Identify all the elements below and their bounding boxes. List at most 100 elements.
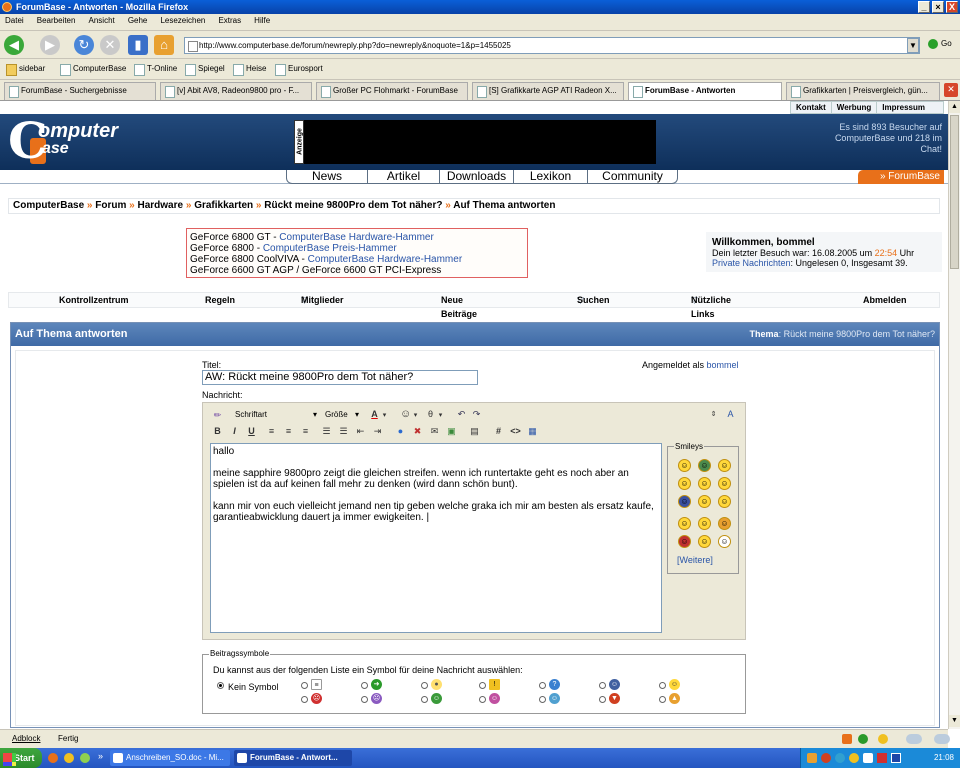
chevron-down-icon[interactable]: ▾ xyxy=(410,410,421,421)
logged-in-user[interactable]: bommel xyxy=(707,360,739,370)
size-select[interactable]: Größe ▾ xyxy=(323,408,361,422)
symbol-radio[interactable] xyxy=(539,696,546,703)
bookmark-eurosport[interactable]: Eurosport xyxy=(275,64,323,76)
nav-artikel[interactable]: Artikel xyxy=(367,170,439,183)
symbol-radio[interactable] xyxy=(659,696,666,703)
forumbase-tab[interactable]: » ForumBase xyxy=(858,170,944,184)
no-symbol-radio[interactable] xyxy=(217,682,224,689)
indent-icon[interactable]: ⇥ xyxy=(372,426,383,437)
tongue-icon[interactable]: ☺ xyxy=(678,517,691,530)
menu-hilfe[interactable]: Hilfe xyxy=(249,14,275,27)
rss-icon[interactable] xyxy=(842,734,852,744)
forward-arrow-icon[interactable]: ▶ xyxy=(40,35,60,55)
tab-preisvergleich[interactable]: Grafikkarten | Preisvergleich, gün... xyxy=(786,82,940,100)
ad-link[interactable]: ComputerBase Hardware-Hammer xyxy=(308,254,463,265)
unordered-list-icon[interactable]: ☰ xyxy=(338,426,349,437)
bookmark-t-online[interactable]: T-Online xyxy=(134,64,177,76)
align-center-icon[interactable]: ≡ xyxy=(283,426,294,437)
undo-icon[interactable]: ↶ xyxy=(456,409,467,420)
symbol-radio[interactable] xyxy=(599,696,606,703)
resize-arrows-icon[interactable]: ⇕ xyxy=(708,409,719,420)
link-impressum[interactable]: Impressum xyxy=(877,102,930,113)
nav-news[interactable]: News xyxy=(287,170,367,183)
format-removal-icon[interactable]: ✏ xyxy=(212,410,223,421)
task-anschreiben[interactable]: Anschreiben_SO.doc - Mi... xyxy=(110,750,230,766)
redo-icon[interactable]: ↷ xyxy=(471,409,482,420)
bookmark-computerbase[interactable]: ComputerBase xyxy=(60,64,126,76)
tray-icon[interactable] xyxy=(807,753,817,763)
tray-icon[interactable] xyxy=(863,753,873,763)
evil-grin-icon[interactable]: ☺ xyxy=(698,517,711,530)
symbol-radio[interactable] xyxy=(479,682,486,689)
private-messages-link[interactable]: Private Nachrichten xyxy=(712,258,791,268)
crumb-forum[interactable]: Forum xyxy=(95,200,126,211)
menu-gehe[interactable]: Gehe xyxy=(123,14,153,27)
minimize-button[interactable]: _ xyxy=(918,1,930,13)
align-left-icon[interactable]: ≡ xyxy=(266,426,277,437)
ad-link[interactable]: ComputerBase Preis-Hammer xyxy=(263,243,397,254)
menu-extras[interactable]: Extras xyxy=(213,14,246,27)
unlink-icon[interactable]: ✖ xyxy=(412,426,423,437)
maximize-button[interactable]: × xyxy=(932,1,944,13)
crumb-thread[interactable]: Rückt meine 9800Pro dem Tot näher? xyxy=(264,200,442,211)
back-arrow-icon[interactable]: ◀ xyxy=(4,35,24,55)
devil-icon[interactable]: ☺ xyxy=(718,517,731,530)
quicklaunch-icon[interactable] xyxy=(64,753,74,763)
quote-icon[interactable]: ▤ xyxy=(469,426,480,437)
bookmark-spiegel[interactable]: Spiegel xyxy=(185,64,225,76)
underline-icon[interactable]: U xyxy=(246,426,257,437)
menu-datei[interactable]: Datei xyxy=(0,14,29,27)
ordered-list-icon[interactable]: ☰ xyxy=(321,426,332,437)
ad-banner[interactable] xyxy=(304,120,656,164)
switch-mode-icon[interactable]: A xyxy=(725,409,736,420)
start-button[interactable]: Start xyxy=(0,748,42,768)
php-icon[interactable]: ▦ xyxy=(527,426,538,437)
sleep-icon[interactable]: ☺ xyxy=(698,535,711,548)
symbol-radio[interactable] xyxy=(301,696,308,703)
chevron-right-icon[interactable]: » xyxy=(98,751,103,761)
tab-flohmarkt[interactable]: Großer PC Flohmarkt - ForumBase xyxy=(316,82,468,100)
symbol-radio[interactable] xyxy=(659,682,666,689)
titel-input[interactable]: AW: Rückt meine 9800Pro dem Tot näher? xyxy=(202,370,478,385)
scroll-up-icon[interactable]: ▲ xyxy=(949,101,960,113)
crumb-hardware[interactable]: Hardware xyxy=(138,200,184,211)
menu-mitglieder[interactable]: Mitglieder ▽ xyxy=(301,293,344,307)
symbol-radio[interactable] xyxy=(301,682,308,689)
adblock-button[interactable]: Adblock xyxy=(12,730,40,748)
code-icon[interactable]: # xyxy=(493,426,504,437)
outdent-icon[interactable]: ⇤ xyxy=(355,426,366,437)
frown-icon[interactable]: ☺ xyxy=(718,495,731,508)
tray-icon[interactable] xyxy=(835,753,845,763)
bookmark-heise[interactable]: Heise xyxy=(233,64,266,76)
tray-icon[interactable] xyxy=(891,753,901,763)
menu-nuetzliche-links[interactable]: Nützliche Links ▽ xyxy=(691,293,731,319)
symbol-radio[interactable] xyxy=(599,682,606,689)
tray-icon[interactable] xyxy=(849,753,859,763)
nav-downloads[interactable]: Downloads xyxy=(439,170,513,183)
more-smileys-link[interactable]: [Weitere] xyxy=(677,555,713,565)
symbol-radio[interactable] xyxy=(539,682,546,689)
ad-line[interactable]: GeForce 6600 GT AGP / GeForce 6600 GT PC… xyxy=(190,265,524,276)
symbol-radio[interactable] xyxy=(421,682,428,689)
scroll-down-icon[interactable]: ▼ xyxy=(949,715,960,727)
ad-link[interactable]: ComputerBase Hardware-Hammer xyxy=(279,232,434,243)
link-icon[interactable]: ● xyxy=(395,426,406,437)
laugh-icon[interactable]: ☺ xyxy=(718,477,731,490)
address-dropdown-icon[interactable]: ▼ xyxy=(907,38,919,53)
tray-icon[interactable] xyxy=(877,753,887,763)
wink-icon[interactable]: ☺ xyxy=(678,477,691,490)
quicklaunch-icon[interactable] xyxy=(80,753,90,763)
shocked-icon[interactable]: ☺ xyxy=(718,535,731,548)
symbol-radio[interactable] xyxy=(361,696,368,703)
image-icon[interactable]: ▣ xyxy=(446,426,457,437)
html-icon[interactable]: <> xyxy=(510,426,521,437)
scroll-thumb[interactable] xyxy=(950,115,959,269)
confused-icon[interactable]: ☺ xyxy=(698,477,711,490)
logo-base[interactable]: ase xyxy=(42,140,69,158)
crumb-grafikkarten[interactable]: Grafikkarten xyxy=(194,200,253,211)
eek-icon[interactable]: ☺ xyxy=(678,495,691,508)
menu-lesezeichen[interactable]: Lesezeichen xyxy=(155,14,210,27)
address-bar[interactable]: http://www.computerbase.de/forum/newrepl… xyxy=(184,37,920,54)
menu-bearbeiten[interactable]: Bearbeiten xyxy=(32,14,81,27)
stop-icon[interactable]: ✕ xyxy=(100,35,120,55)
